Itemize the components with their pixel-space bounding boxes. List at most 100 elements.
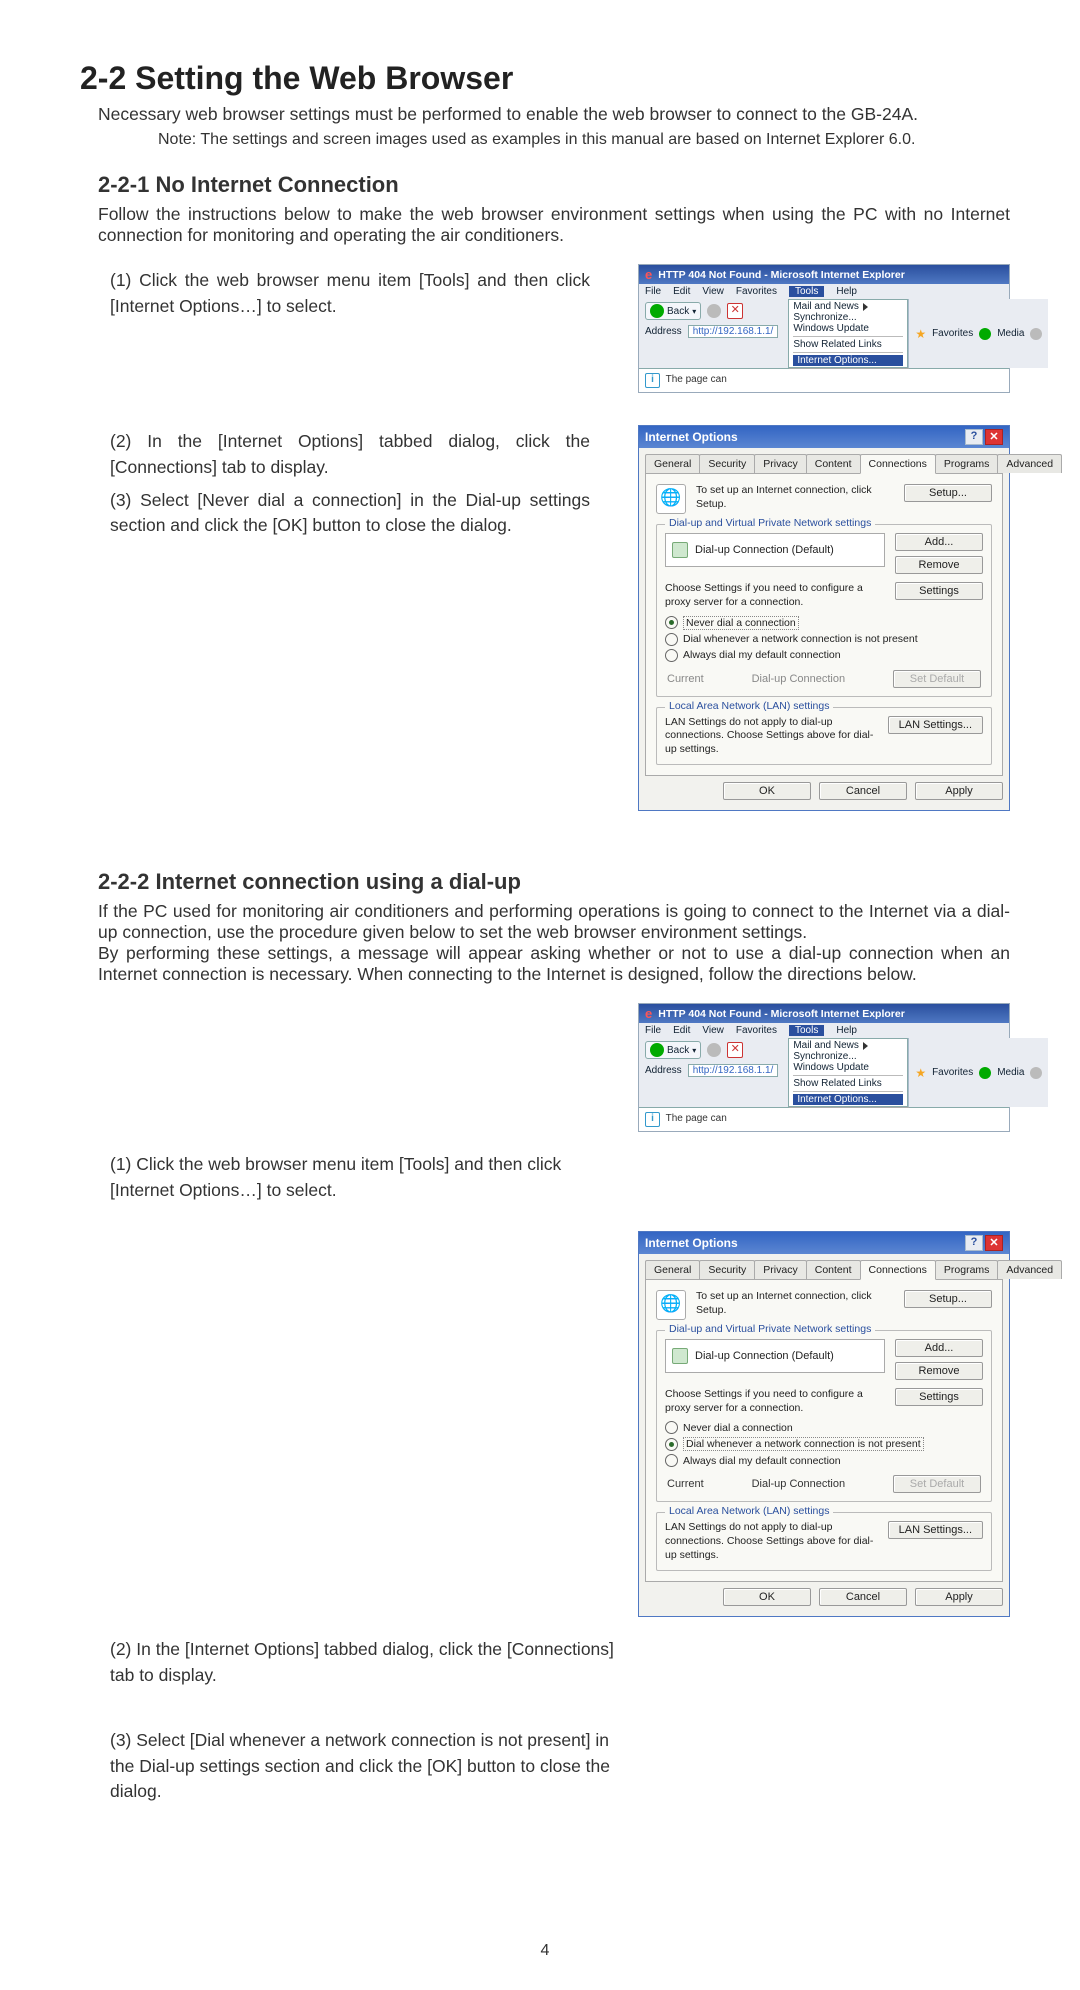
step-222-3: (3) Select [Dial whenever a network conn… xyxy=(110,1728,630,1804)
menu-edit[interactable]: Edit xyxy=(673,1025,690,1036)
dialup-list[interactable]: Dial-up Connection (Default) xyxy=(665,1339,885,1373)
current-value: Dial-up Connection xyxy=(752,673,846,685)
page-number: 4 xyxy=(80,1942,1010,1960)
stop-icon[interactable]: ✕ xyxy=(727,303,743,319)
remove-button[interactable]: Remove xyxy=(895,556,983,574)
radio-dial-when-absent[interactable] xyxy=(665,633,678,646)
io-title: Internet Options xyxy=(645,1236,738,1250)
dd-windows-update[interactable]: Windows Update xyxy=(793,1062,903,1073)
history-icon[interactable] xyxy=(1030,1067,1042,1079)
section-222-body2: By performing these settings, a message … xyxy=(98,943,1010,985)
section-221-body: Follow the instructions below to make th… xyxy=(98,204,1010,246)
section-221-title: 2-2-1 No Internet Connection xyxy=(98,172,1010,198)
dd-internet-options[interactable]: Internet Options... xyxy=(793,1094,903,1105)
current-row: Current Dial-up Connection Set Default xyxy=(665,670,983,688)
dd-show-related[interactable]: Show Related Links xyxy=(793,339,903,350)
add-button[interactable]: Add... xyxy=(895,533,983,551)
back-button[interactable]: Back▾ xyxy=(645,1041,701,1059)
tab-programs[interactable]: Programs xyxy=(935,1260,999,1279)
settings-button[interactable]: Settings xyxy=(895,582,983,600)
lan-settings-button[interactable]: LAN Settings... xyxy=(888,1521,983,1539)
dd-sync[interactable]: Synchronize... xyxy=(793,312,903,323)
lan-settings-button[interactable]: LAN Settings... xyxy=(888,716,983,734)
setup-text: To set up an Internet connection, click … xyxy=(696,1290,894,1317)
forward-icon[interactable] xyxy=(707,1043,721,1057)
radio-never-dial[interactable] xyxy=(665,1421,678,1434)
tab-general[interactable]: General xyxy=(645,1260,700,1279)
tab-advanced[interactable]: Advanced xyxy=(997,454,1062,473)
remove-button[interactable]: Remove xyxy=(895,1362,983,1380)
menu-edit[interactable]: Edit xyxy=(673,286,690,297)
radio-always-dial[interactable] xyxy=(665,649,678,662)
setup-button[interactable]: Setup... xyxy=(904,1290,992,1308)
fig-ie-toolbar-1: e HTTP 404 Not Found - Microsoft Interne… xyxy=(638,264,1010,393)
settings-button[interactable]: Settings xyxy=(895,1388,983,1406)
help-icon[interactable]: ? xyxy=(965,429,983,445)
add-button[interactable]: Add... xyxy=(895,1339,983,1357)
lan-fieldset: Local Area Network (LAN) settings LAN Se… xyxy=(656,707,992,766)
tab-programs[interactable]: Programs xyxy=(935,454,999,473)
info-icon: i xyxy=(645,373,660,388)
dd-show-related[interactable]: Show Related Links xyxy=(793,1078,903,1089)
apply-button[interactable]: Apply xyxy=(915,1588,1003,1606)
menu-tools[interactable]: Tools xyxy=(789,1025,824,1036)
dd-windows-update[interactable]: Windows Update xyxy=(793,323,903,334)
choose-text: Choose Settings if you need to configure… xyxy=(665,1388,885,1415)
menu-file[interactable]: File xyxy=(645,286,661,297)
dd-mail-news[interactable]: Mail and News xyxy=(793,301,903,312)
radio-always-dial-label: Always dial my default connection xyxy=(683,649,841,661)
forward-icon[interactable] xyxy=(707,304,721,318)
close-icon[interactable]: ✕ xyxy=(985,429,1003,445)
menu-view[interactable]: View xyxy=(702,1025,724,1036)
choose-text: Choose Settings if you need to configure… xyxy=(665,582,885,609)
favorites-label[interactable]: Favorites xyxy=(932,1067,973,1078)
tab-general[interactable]: General xyxy=(645,454,700,473)
favorites-label[interactable]: Favorites xyxy=(932,328,973,339)
radio-never-dial-label: Never dial a connection xyxy=(683,1422,793,1434)
address-label: Address xyxy=(645,326,682,337)
tab-privacy[interactable]: Privacy xyxy=(754,1260,806,1279)
back-button[interactable]: Back▾ xyxy=(645,302,701,320)
address-url[interactable]: http://192.168.1.1/ xyxy=(688,1064,779,1077)
tab-content[interactable]: Content xyxy=(806,1260,861,1279)
dd-internet-options[interactable]: Internet Options... xyxy=(793,355,903,366)
favorites-icon: ★ xyxy=(915,1066,926,1080)
menu-help[interactable]: Help xyxy=(836,1025,857,1036)
lan-text: LAN Settings do not apply to dial-up con… xyxy=(665,716,878,757)
radio-always-dial[interactable] xyxy=(665,1454,678,1467)
radio-dial-when-absent[interactable] xyxy=(665,1438,678,1451)
tab-security[interactable]: Security xyxy=(699,1260,755,1279)
radio-never-dial[interactable] xyxy=(665,616,678,629)
setup-icon: 🌐 xyxy=(656,1290,686,1320)
dd-mail-news[interactable]: Mail and News xyxy=(793,1040,903,1051)
menu-favorites[interactable]: Favorites xyxy=(736,286,777,297)
menu-favorites[interactable]: Favorites xyxy=(736,1025,777,1036)
cancel-button[interactable]: Cancel xyxy=(819,782,907,800)
ok-button[interactable]: OK xyxy=(723,1588,811,1606)
history-icon[interactable] xyxy=(1030,328,1042,340)
setup-button[interactable]: Setup... xyxy=(904,484,992,502)
menu-view[interactable]: View xyxy=(702,286,724,297)
media-label[interactable]: Media xyxy=(997,1067,1024,1078)
apply-button[interactable]: Apply xyxy=(915,782,1003,800)
help-icon[interactable]: ? xyxy=(965,1235,983,1251)
address-url[interactable]: http://192.168.1.1/ xyxy=(688,325,779,338)
page-cannot-text: The page can xyxy=(666,374,727,385)
dialup-list[interactable]: Dial-up Connection (Default) xyxy=(665,533,885,567)
ok-button[interactable]: OK xyxy=(723,782,811,800)
tab-connections[interactable]: Connections xyxy=(860,454,936,474)
menu-tools[interactable]: Tools xyxy=(789,286,824,297)
media-label[interactable]: Media xyxy=(997,328,1024,339)
tab-security[interactable]: Security xyxy=(699,454,755,473)
tab-advanced[interactable]: Advanced xyxy=(997,1260,1062,1279)
tab-privacy[interactable]: Privacy xyxy=(754,454,806,473)
cancel-button[interactable]: Cancel xyxy=(819,1588,907,1606)
tab-content[interactable]: Content xyxy=(806,454,861,473)
tab-connections[interactable]: Connections xyxy=(860,1260,936,1280)
menu-help[interactable]: Help xyxy=(836,286,857,297)
stop-icon[interactable]: ✕ xyxy=(727,1042,743,1058)
dd-sync[interactable]: Synchronize... xyxy=(793,1051,903,1062)
close-icon[interactable]: ✕ xyxy=(985,1235,1003,1251)
menu-file[interactable]: File xyxy=(645,1025,661,1036)
fig-internet-options-1: Internet Options ? ✕ General Security Pr… xyxy=(638,425,1010,811)
